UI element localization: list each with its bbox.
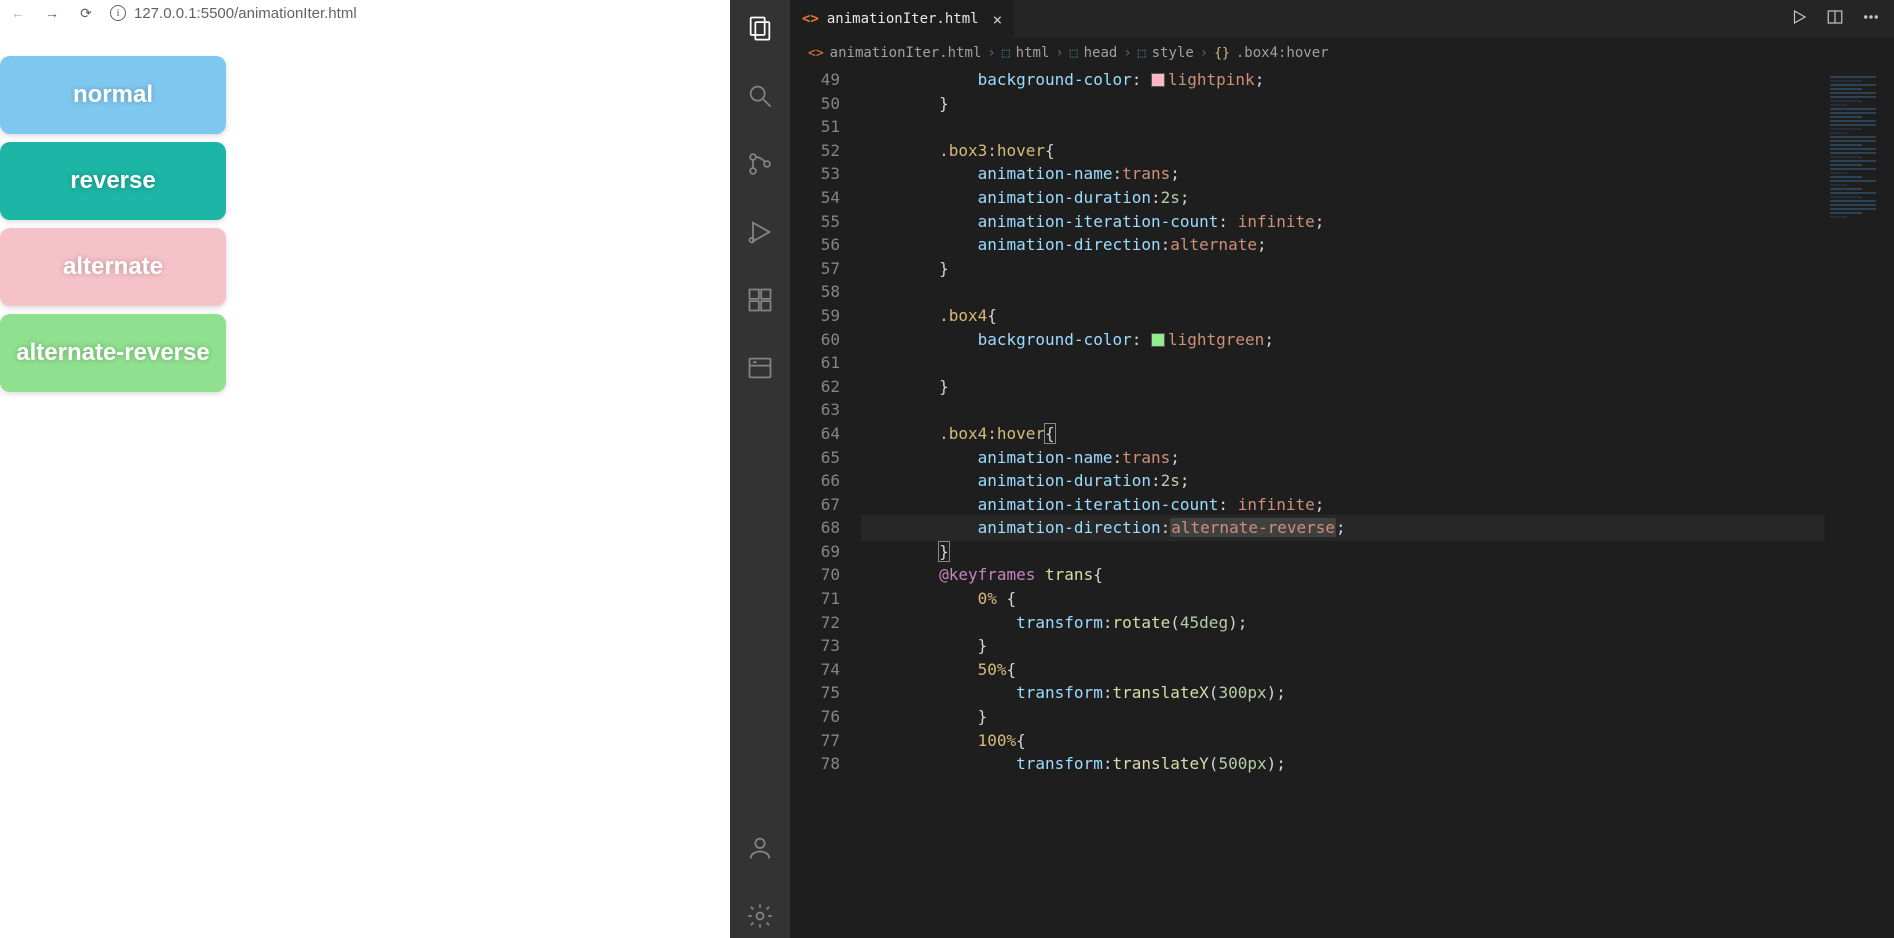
rendered-page: normal reverse alternate alternate-rever… [0,26,730,938]
tab-bar: <> animationIter.html × [790,0,1894,38]
html-file-icon: <> [808,46,824,61]
box-label: alternate [63,253,163,281]
code-content[interactable]: background-color: lightpink; } .box3:hov… [860,68,1824,938]
tab-filename: animationIter.html [827,11,979,27]
box-alternate-reverse[interactable]: alternate-reverse [0,314,226,392]
tab-close-icon[interactable]: × [993,10,1003,29]
box-normal[interactable]: normal [0,56,226,134]
run-debug-icon[interactable] [742,214,778,254]
browser-url-text: 127.0.0.1:5500/animationIter.html [134,5,357,22]
breadcrumb-item[interactable]: ⬚head [1070,45,1118,61]
browser-reload-button[interactable]: ⟳ [76,5,96,22]
chevron-right-icon: › [1123,45,1131,61]
css-rule-icon: {} [1214,46,1230,61]
activity-bar [730,0,790,938]
browser-back-button[interactable]: ← [8,5,28,21]
line-number-gutter: 4950515253545556575859606162636465666768… [790,68,860,938]
minimap[interactable] [1824,68,1894,938]
chevron-right-icon: › [1055,45,1063,61]
editor-actions [1790,0,1894,38]
browser-url-bar[interactable]: i 127.0.0.1:5500/animationIter.html [110,5,722,22]
box-label: alternate-reverse [16,339,209,367]
breadcrumbs[interactable]: <>animationIter.html › ⬚html › ⬚head › ⬚… [790,38,1894,68]
site-info-icon[interactable]: i [110,5,126,21]
editor-area: <> animationIter.html × <>animationIter.… [790,0,1894,938]
accounts-icon[interactable] [742,830,778,870]
extensions-icon[interactable] [742,282,778,322]
search-icon[interactable] [742,78,778,118]
editor-tab-active[interactable]: <> animationIter.html × [790,0,1015,38]
split-editor-icon[interactable] [1826,8,1844,30]
box-label: reverse [70,167,155,195]
settings-gear-icon[interactable] [742,898,778,938]
browser-panel: ← → ⟳ i 127.0.0.1:5500/animationIter.htm… [0,0,730,938]
browser-forward-button[interactable]: → [42,5,62,21]
breadcrumb-item[interactable]: {}.box4:hover [1214,45,1328,61]
more-actions-icon[interactable] [1862,8,1880,30]
box-reverse[interactable]: reverse [0,142,226,220]
breadcrumb-item[interactable]: <>animationIter.html [808,45,981,61]
panel-icon[interactable] [742,350,778,390]
chevron-right-icon: › [1200,45,1208,61]
browser-toolbar: ← → ⟳ i 127.0.0.1:5500/animationIter.htm… [0,0,730,26]
html-file-icon: <> [802,11,819,27]
explorer-icon[interactable] [742,10,778,50]
box-alternate[interactable]: alternate [0,228,226,306]
element-icon: ⬚ [1138,46,1146,61]
vscode-panel: <> animationIter.html × <>animationIter.… [730,0,1894,938]
run-icon[interactable] [1790,8,1808,30]
box-label: normal [73,81,153,109]
source-control-icon[interactable] [742,146,778,186]
breadcrumb-item[interactable]: ⬚style [1138,45,1194,61]
chevron-right-icon: › [987,45,995,61]
breadcrumb-item[interactable]: ⬚html [1002,45,1050,61]
code-editor[interactable]: 4950515253545556575859606162636465666768… [790,68,1894,938]
element-icon: ⬚ [1002,46,1010,61]
element-icon: ⬚ [1070,46,1078,61]
